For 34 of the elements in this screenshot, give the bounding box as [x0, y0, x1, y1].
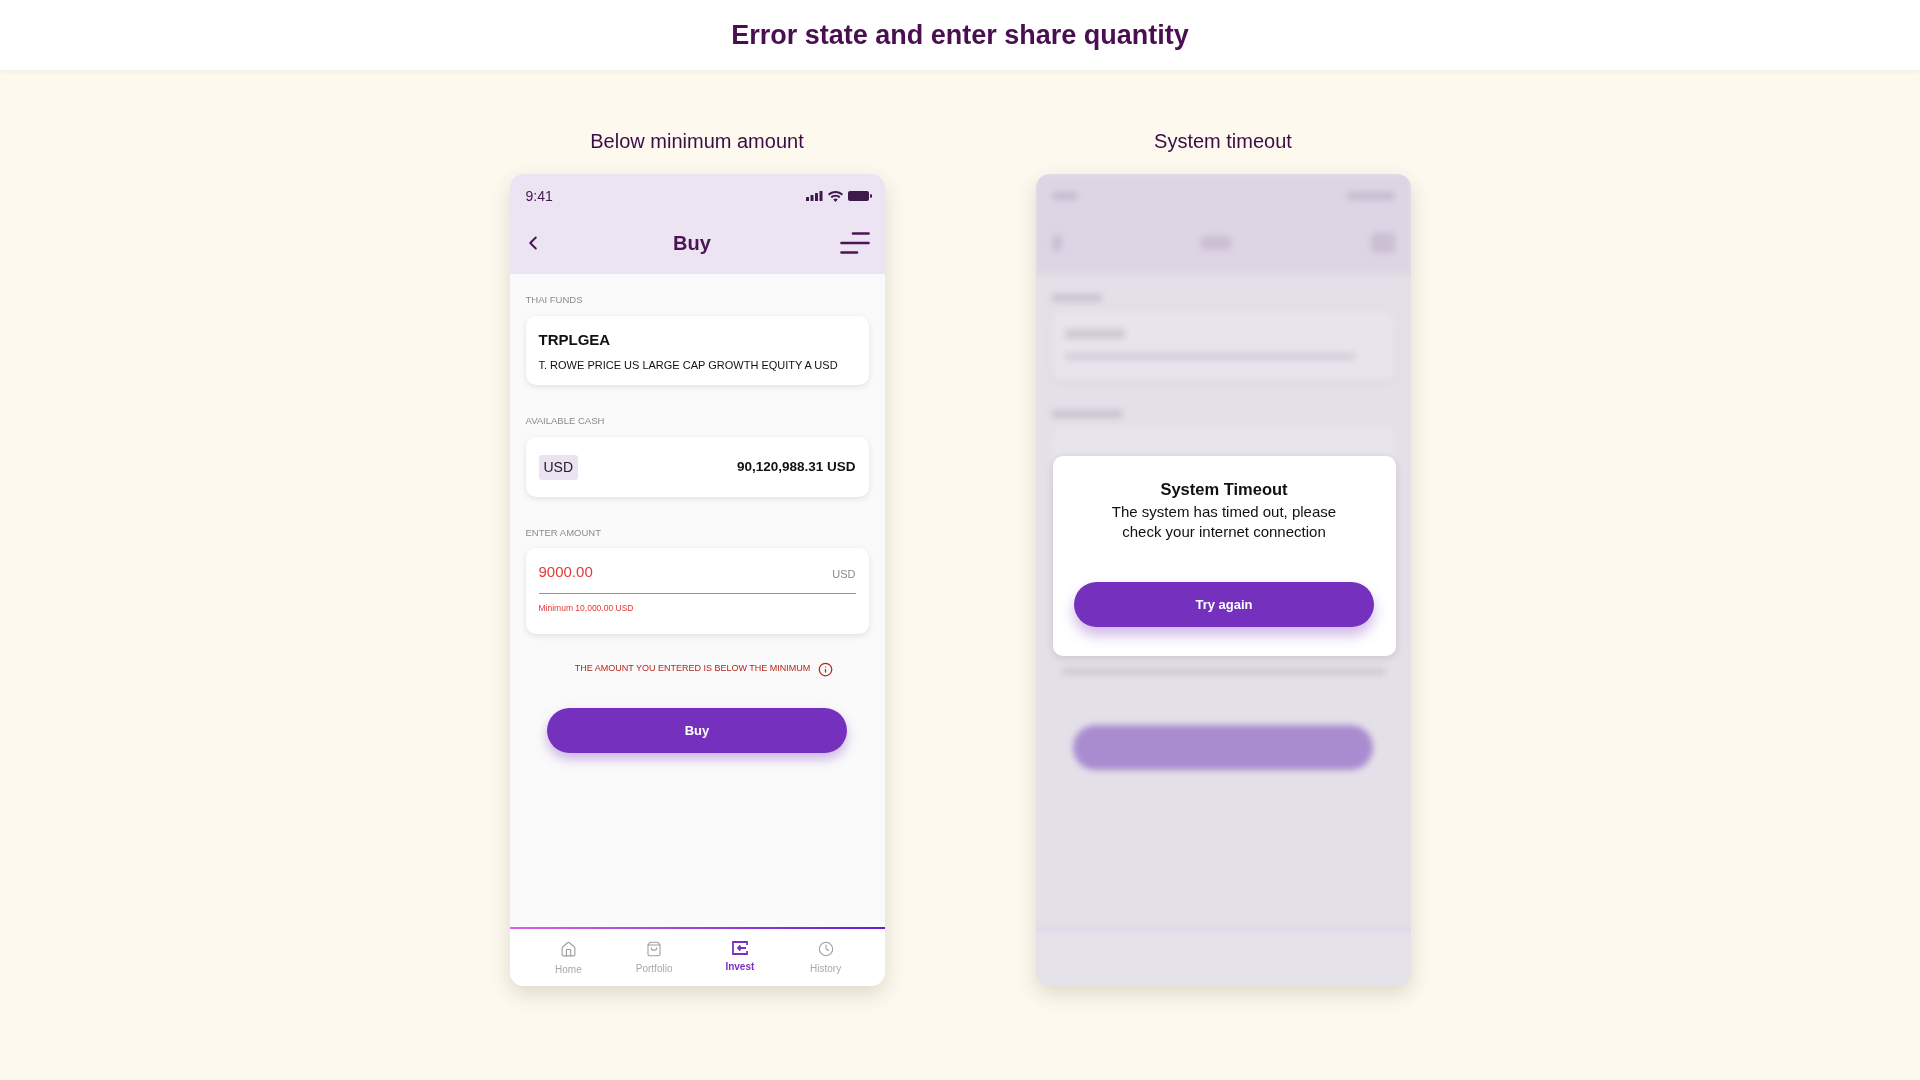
try-again-button[interactable]: Try again — [1074, 582, 1374, 627]
nav-tab[interactable]: Portfolio — [611, 929, 697, 986]
section-label: AVAILABLE CASH — [525, 415, 606, 427]
info-icon — [818, 661, 834, 677]
wallet-arrow-icon — [731, 941, 748, 955]
amount-hint: Minimum 10,000.00 USD — [538, 602, 635, 614]
filter-lines-icon — [840, 232, 871, 254]
screen-caption: System timeout — [1154, 129, 1292, 153]
screen-caption: Below minimum amount — [590, 129, 804, 153]
filter-button[interactable] — [840, 232, 871, 254]
dialog-message: The system has timed out, please check your internet connection — [1110, 502, 1338, 542]
fund-code: TRPLGEA — [538, 331, 612, 349]
battery-icon — [847, 191, 872, 201]
status-time: 9:41 — [525, 186, 553, 206]
screen-title: Buy — [673, 231, 711, 256]
home-icon — [559, 941, 577, 958]
page-title: Error state and enter share quantity — [731, 18, 1189, 52]
clock-icon — [817, 941, 834, 957]
amount-input-field[interactable]: 9000.00 USD — [538, 562, 856, 594]
section-label: THAI FUNDS — [525, 294, 584, 306]
unit-label: USD — [832, 567, 856, 582]
nav-tab[interactable]: Invest — [697, 929, 783, 986]
error-message: THE AMOUNT YOU ENTERED IS BELOW THE MINIMUM — [574, 662, 811, 676]
section-label: ENTER AMOUNT — [525, 527, 602, 539]
cash-amount: 90,120,988.31 USD — [736, 457, 856, 476]
shopping-bag-icon — [646, 941, 663, 957]
wifi-icon — [827, 190, 843, 202]
nav-tab[interactable]: History — [782, 929, 869, 986]
fund-name: T. ROWE PRICE US LARGE CAP GROWTH EQUITY A USD — [538, 358, 839, 372]
buy-button[interactable]: Buy — [547, 708, 847, 753]
dialog-title: System Timeout — [1160, 479, 1288, 499]
signal-icon — [805, 191, 823, 201]
nav-tab[interactable]: Home — [525, 929, 612, 986]
currency-chip: USD — [538, 454, 579, 480]
